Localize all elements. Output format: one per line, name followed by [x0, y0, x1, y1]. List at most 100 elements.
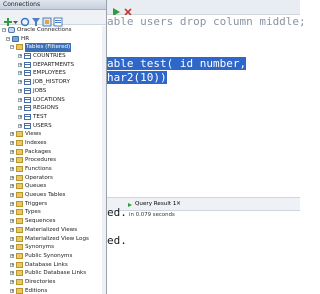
- table-icon: [24, 122, 31, 129]
- expand-toggle-icon[interactable]: +: [10, 279, 14, 284]
- object-folder[interactable]: + Queues: [0, 182, 106, 191]
- schema-browser-icon[interactable]: [42, 12, 52, 27]
- connections-toolbar: [0, 10, 106, 27]
- expand-toggle-icon[interactable]: +: [10, 227, 14, 232]
- connections-root-icon: [8, 27, 15, 33]
- table-item[interactable]: + REGIONS: [0, 104, 106, 113]
- tables-node-label: Tables (Filtered): [25, 43, 72, 53]
- expand-toggle-icon[interactable]: +: [10, 140, 14, 145]
- object-folder[interactable]: + Public Synonyms: [0, 252, 106, 261]
- panel-title: Connections: [0, 0, 106, 10]
- expand-toggle-icon[interactable]: +: [18, 88, 22, 93]
- folder-icon: [16, 226, 23, 233]
- tree-root-label: Oracle Connections: [17, 27, 72, 33]
- object-folder[interactable]: + Materialized View Logs: [0, 235, 106, 244]
- expand-toggle-icon[interactable]: +: [10, 253, 14, 258]
- object-folder-label: Editions: [25, 287, 48, 294]
- object-folder-label: Synonyms: [25, 244, 55, 251]
- expand-toggle-icon[interactable]: +: [18, 97, 22, 102]
- expand-toggle-icon[interactable]: +: [10, 149, 14, 154]
- tables-node[interactable]: − Tables (Filtered): [0, 43, 106, 53]
- expand-toggle-icon[interactable]: +: [10, 288, 14, 293]
- tree-root[interactable]: − Oracle Connections: [0, 26, 106, 35]
- expand-toggle-icon[interactable]: +: [18, 71, 22, 76]
- object-folder-label: Packages: [25, 148, 52, 155]
- expand-toggle-icon[interactable]: +: [18, 80, 22, 85]
- table-item[interactable]: + DEPARTMENTS: [0, 61, 106, 70]
- expand-toggle-icon[interactable]: +: [10, 271, 14, 276]
- object-folder[interactable]: + Indexes: [0, 139, 106, 148]
- object-folder[interactable]: + Views: [0, 130, 106, 139]
- tables-folder-icon: [16, 44, 23, 51]
- expand-toggle-icon[interactable]: +: [18, 106, 22, 111]
- expand-toggle-icon[interactable]: +: [10, 262, 14, 267]
- object-folder[interactable]: + Packages: [0, 148, 106, 157]
- table-item[interactable]: + EMPLOYEES: [0, 69, 106, 78]
- object-folder[interactable]: + Procedures: [0, 156, 106, 165]
- object-folder-label: Indexes: [25, 139, 47, 146]
- table-label: JOB_HISTORY: [33, 79, 70, 86]
- expand-toggle-icon[interactable]: +: [10, 193, 14, 198]
- collapse-toggle-icon[interactable]: −: [6, 36, 10, 41]
- expand-toggle-icon[interactable]: +: [10, 201, 14, 206]
- expand-toggle-icon[interactable]: +: [10, 132, 14, 137]
- panel-scrollbar[interactable]: [102, 26, 106, 294]
- expand-toggle-icon[interactable]: +: [10, 245, 14, 250]
- expand-toggle-icon[interactable]: +: [18, 114, 22, 119]
- expand-toggle-icon[interactable]: +: [18, 54, 22, 59]
- expand-toggle-icon[interactable]: +: [10, 175, 14, 180]
- table-icon: [24, 87, 31, 94]
- object-folder[interactable]: + Triggers: [0, 200, 106, 209]
- object-folder[interactable]: + Public Database Links: [0, 269, 106, 278]
- table-item[interactable]: + JOBS: [0, 87, 106, 96]
- table-item[interactable]: + COUNTRIES: [0, 52, 106, 61]
- object-folder[interactable]: + Queues Tables: [0, 191, 106, 200]
- sql-worksheet-icon[interactable]: [53, 12, 63, 27]
- table-label: USERS: [33, 122, 52, 129]
- object-folder[interactable]: + Types: [0, 208, 106, 217]
- folder-icon: [16, 139, 23, 146]
- folder-icon: [16, 183, 23, 190]
- table-item[interactable]: + USERS: [0, 122, 106, 131]
- refresh-icon[interactable]: [20, 12, 30, 27]
- object-folder[interactable]: + Materialized Views: [0, 226, 106, 235]
- expand-toggle-icon[interactable]: +: [18, 62, 22, 67]
- object-folder[interactable]: + Sequences: [0, 217, 106, 226]
- table-item[interactable]: + JOB_HISTORY: [0, 78, 106, 87]
- collapse-toggle-icon[interactable]: −: [10, 45, 14, 50]
- tab-query-result[interactable]: Query Result 1: [135, 198, 176, 210]
- object-folder-label: Procedures: [25, 157, 57, 164]
- expand-toggle-icon[interactable]: +: [10, 210, 14, 215]
- add-connection-icon[interactable]: [3, 12, 13, 26]
- folder-icon: [16, 131, 23, 138]
- expand-toggle-icon[interactable]: +: [10, 184, 14, 189]
- object-folder-label: Queues: [25, 183, 47, 190]
- expand-toggle-icon[interactable]: +: [10, 158, 14, 163]
- object-folder[interactable]: + Database Links: [0, 261, 106, 270]
- object-folder[interactable]: + Functions: [0, 165, 106, 174]
- close-tab-icon[interactable]: ×: [176, 198, 181, 210]
- results-info: in 0.079 seconds: [107, 210, 300, 220]
- sql-editor[interactable]: able users drop column middle; able test…: [107, 15, 306, 165]
- table-item[interactable]: + TEST: [0, 113, 106, 122]
- expand-toggle-icon[interactable]: +: [10, 167, 14, 171]
- dropdown-arrow-icon[interactable]: [13, 12, 18, 24]
- expand-toggle-icon[interactable]: +: [10, 219, 14, 224]
- object-folder[interactable]: + Editions: [0, 287, 106, 294]
- connection-hr[interactable]: − HR: [0, 35, 106, 44]
- table-icon: [24, 61, 31, 68]
- connection-label: HR: [21, 35, 30, 42]
- object-folder-label: Database Links: [25, 261, 68, 268]
- object-folder[interactable]: + Operators: [0, 174, 106, 183]
- expand-toggle-icon[interactable]: +: [18, 123, 22, 128]
- script-output-line: ed.: [107, 206, 127, 219]
- filter-icon[interactable]: [31, 12, 41, 26]
- object-folder[interactable]: + Directories: [0, 278, 106, 287]
- object-folder-label: Directories: [25, 278, 56, 285]
- collapse-toggle-icon[interactable]: −: [2, 28, 6, 32]
- object-folder[interactable]: + Synonyms: [0, 243, 106, 252]
- expand-toggle-icon[interactable]: +: [10, 236, 14, 241]
- table-item[interactable]: + LOCATIONS: [0, 96, 106, 105]
- table-label: TEST: [33, 113, 47, 120]
- folder-icon: [16, 200, 23, 207]
